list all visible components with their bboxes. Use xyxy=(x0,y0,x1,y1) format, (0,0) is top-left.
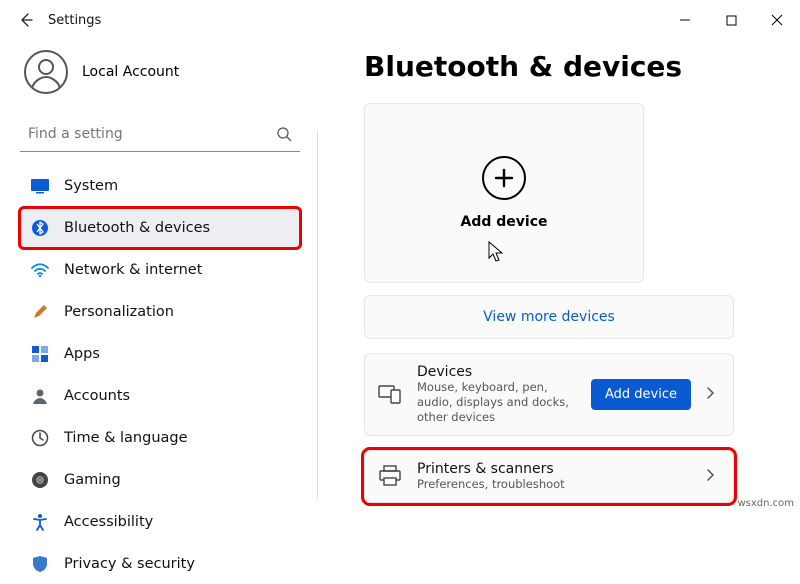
view-more-label: View more devices xyxy=(483,309,615,325)
page-title: Bluetooth & devices xyxy=(364,50,778,83)
account-block[interactable]: Local Account xyxy=(24,50,306,94)
devices-title: Devices xyxy=(417,364,577,380)
nav-label: Apps xyxy=(64,346,100,362)
plus-circle-icon xyxy=(482,156,526,200)
window-title: Settings xyxy=(48,13,101,28)
add-device-tile[interactable]: Add device xyxy=(364,103,644,283)
person-icon xyxy=(30,386,50,406)
account-name: Local Account xyxy=(82,64,179,80)
chevron-right-icon xyxy=(705,467,721,486)
nav-label: Privacy & security xyxy=(64,556,195,572)
view-more-devices-link[interactable]: View more devices xyxy=(364,295,734,339)
nav-label: Network & internet xyxy=(64,262,202,278)
nav-list: System Bluetooth & devices Network & int… xyxy=(20,166,300,584)
monitor-icon xyxy=(30,176,50,196)
devices-card[interactable]: Devices Mouse, keyboard, pen, audio, dis… xyxy=(364,353,734,436)
back-button[interactable] xyxy=(12,6,40,34)
arrow-left-icon xyxy=(18,12,34,28)
nav-privacy[interactable]: Privacy & security xyxy=(20,544,300,584)
minimize-button[interactable] xyxy=(662,4,708,36)
bluetooth-icon xyxy=(30,218,50,238)
nav-network[interactable]: Network & internet xyxy=(20,250,300,290)
nav-time[interactable]: Time & language xyxy=(20,418,300,458)
close-button[interactable] xyxy=(754,4,800,36)
nav-label: Gaming xyxy=(64,472,121,488)
add-device-button[interactable]: Add device xyxy=(591,379,691,410)
search-input[interactable] xyxy=(28,126,276,142)
watermark: wsxdn.com xyxy=(737,498,794,509)
nav-personalization[interactable]: Personalization xyxy=(20,292,300,332)
nav-apps[interactable]: Apps xyxy=(20,334,300,374)
content-area: Bluetooth & devices Add device View more… xyxy=(318,40,800,518)
add-device-label: Add device xyxy=(461,214,548,230)
accessibility-icon xyxy=(30,512,50,532)
nav-bluetooth[interactable]: Bluetooth & devices xyxy=(20,208,300,248)
maximize-icon xyxy=(726,15,737,26)
nav-label: Accounts xyxy=(64,388,130,404)
wifi-icon xyxy=(30,260,50,280)
search-icon xyxy=(276,126,292,142)
nav-accounts[interactable]: Accounts xyxy=(20,376,300,416)
nav-accessibility[interactable]: Accessibility xyxy=(20,502,300,542)
devices-subtitle: Mouse, keyboard, pen, audio, displays an… xyxy=(417,380,577,425)
printers-title: Printers & scanners xyxy=(417,461,691,477)
printers-scanners-card[interactable]: Printers & scanners Preferences, trouble… xyxy=(364,450,734,503)
sidebar: Local Account System Bluetooth & devices… xyxy=(0,40,318,518)
avatar-icon xyxy=(24,50,68,94)
search-box[interactable] xyxy=(20,116,300,152)
nav-label: Accessibility xyxy=(64,514,153,530)
clock-globe-icon xyxy=(30,428,50,448)
nav-gaming[interactable]: Gaming xyxy=(20,460,300,500)
shield-icon xyxy=(30,554,50,574)
cursor-icon xyxy=(487,240,505,262)
gaming-icon xyxy=(30,470,50,490)
apps-icon xyxy=(30,344,50,364)
nav-label: Bluetooth & devices xyxy=(64,220,210,236)
nav-label: Time & language xyxy=(64,430,188,446)
nav-label: Personalization xyxy=(64,304,174,320)
printer-icon xyxy=(377,463,403,489)
printers-subtitle: Preferences, troubleshoot xyxy=(417,477,691,492)
paintbrush-icon xyxy=(30,302,50,322)
maximize-button[interactable] xyxy=(708,4,754,36)
minimize-icon xyxy=(679,14,691,26)
devices-icon xyxy=(377,381,403,407)
chevron-right-icon xyxy=(705,385,721,404)
nav-system[interactable]: System xyxy=(20,166,300,206)
titlebar: Settings xyxy=(0,0,800,40)
close-icon xyxy=(771,14,783,26)
nav-label: System xyxy=(64,178,118,194)
